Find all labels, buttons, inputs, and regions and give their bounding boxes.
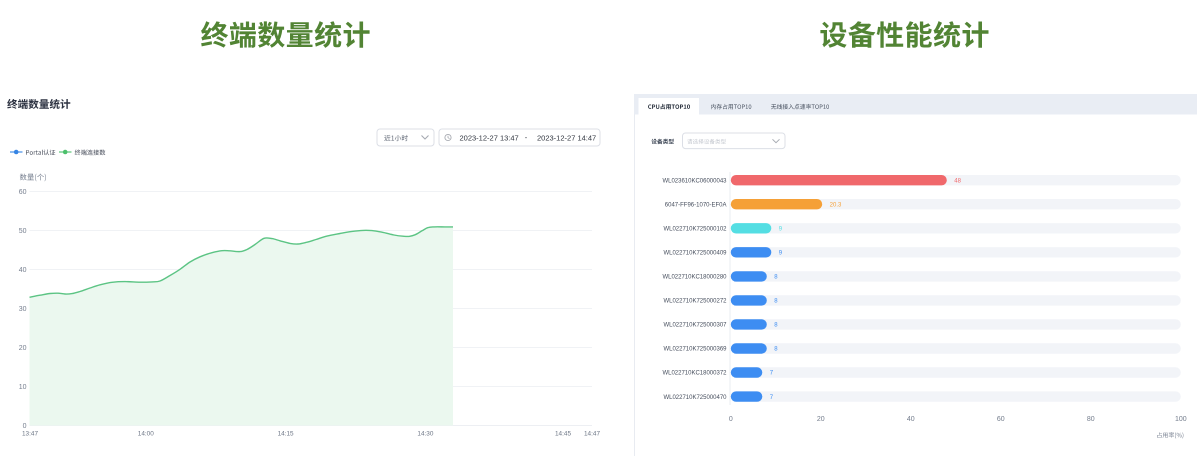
svg-text:10: 10 — [19, 384, 27, 391]
svg-text:13:47: 13:47 — [22, 431, 38, 438]
svg-text:40: 40 — [907, 416, 915, 423]
svg-text:20: 20 — [19, 345, 27, 352]
svg-text:60: 60 — [997, 416, 1005, 423]
svg-text:20.3: 20.3 — [830, 202, 842, 208]
svg-text:100: 100 — [1175, 416, 1187, 423]
svg-text:30: 30 — [19, 306, 27, 313]
svg-text:WL022710KC18000280: WL022710KC18000280 — [662, 275, 727, 281]
svg-text:2023-12-27 14:47: 2023-12-27 14:47 — [537, 133, 596, 142]
svg-text:48: 48 — [954, 178, 961, 184]
svg-text:80: 80 — [1087, 416, 1095, 423]
svg-text:14:47: 14:47 — [584, 431, 600, 438]
svg-text:WL023610KC06000043: WL023610KC06000043 — [662, 178, 727, 184]
svg-text:14:30: 14:30 — [417, 431, 433, 438]
svg-text:20: 20 — [817, 416, 825, 423]
svg-text:WL022710K725000409: WL022710K725000409 — [663, 251, 727, 257]
svg-text:0: 0 — [729, 416, 733, 423]
svg-text:14:00: 14:00 — [138, 431, 154, 438]
svg-text:14:15: 14:15 — [278, 431, 294, 438]
svg-text:0: 0 — [23, 423, 27, 430]
svg-text:WL022710K725000272: WL022710K725000272 — [663, 299, 727, 305]
svg-text:40: 40 — [19, 267, 27, 274]
svg-text:WL022710K725000470: WL022710K725000470 — [663, 395, 727, 401]
svg-text:60: 60 — [19, 189, 27, 196]
svg-text:WL022710KC18000372: WL022710KC18000372 — [662, 371, 727, 377]
svg-text:6047-FF96-1070-EF0A: 6047-FF96-1070-EF0A — [665, 202, 727, 208]
svg-text:50: 50 — [19, 228, 27, 235]
svg-text:WL022710K725000307: WL022710K725000307 — [663, 323, 727, 329]
svg-text:WL022710K725000102: WL022710K725000102 — [663, 226, 727, 232]
svg-text:WL022710K725000369: WL022710K725000369 — [663, 347, 727, 353]
svg-text:2023-12-27 13:47: 2023-12-27 13:47 — [460, 133, 519, 142]
svg-text:14:45: 14:45 — [555, 431, 571, 438]
